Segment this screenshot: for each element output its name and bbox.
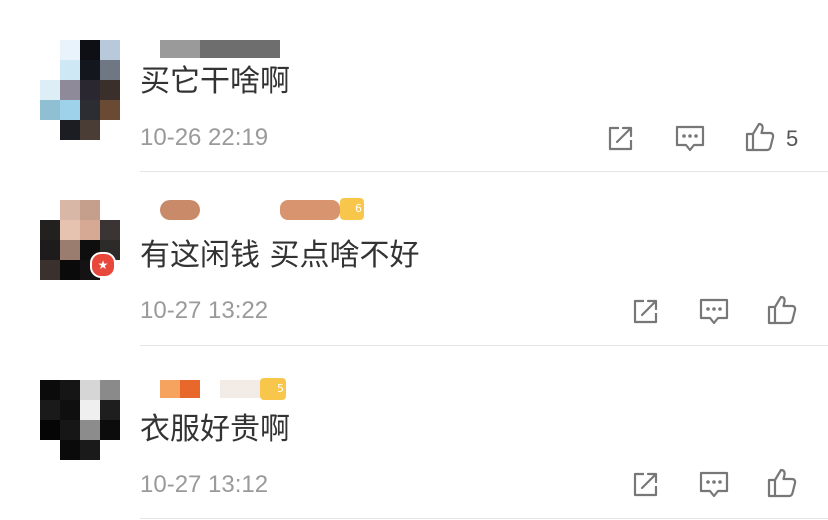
share-icon (608, 126, 633, 151)
comment-timestamp: 10-27 13:22 (140, 297, 269, 324)
thumbs-up-icon (745, 122, 775, 152)
thumbs-up-icon (767, 468, 797, 498)
avatar[interactable] (40, 40, 120, 140)
comment-timestamp: 10-27 13:12 (140, 471, 269, 498)
level-badge-icon: 6 (340, 198, 364, 220)
username-obscured[interactable]: 5 (140, 378, 290, 402)
thumbs-up-icon (767, 295, 797, 325)
comment-item: 5 衣服好贵啊 10-27 13:12 (0, 346, 828, 520)
like-button[interactable] (743, 120, 777, 154)
comment-icon (699, 471, 729, 498)
comment-text: 衣服好贵啊 (140, 412, 290, 447)
avatar[interactable] (40, 380, 120, 460)
share-icon (633, 299, 658, 324)
reply-button[interactable] (697, 294, 731, 328)
comment-item: 买它干啥啊 10-26 22:19 5 (0, 0, 828, 172)
verified-badge-icon: ★ (90, 252, 116, 278)
comment-text: 有这闲钱 买点啥不好 (140, 238, 420, 273)
like-button[interactable] (765, 466, 799, 500)
comment-timestamp: 10-26 22:19 (140, 124, 269, 151)
comment-text: 买它干啥啊 (140, 64, 290, 99)
divider (140, 518, 828, 519)
username-obscured[interactable]: 6 (140, 198, 370, 222)
level-badge-icon: 5 (260, 378, 286, 400)
share-button[interactable] (629, 467, 663, 501)
comment-icon (675, 125, 705, 152)
username-obscured[interactable] (140, 40, 280, 62)
like-count: 5 (786, 126, 799, 151)
reply-button[interactable] (697, 467, 731, 501)
share-button[interactable] (604, 121, 638, 155)
like-button[interactable] (765, 293, 799, 327)
comment-icon (699, 298, 729, 325)
share-icon (633, 472, 658, 497)
avatar[interactable]: ★ (40, 200, 120, 280)
comment-item: ★ 6 有这闲钱 买点啥不好 10-27 13:22 (0, 172, 828, 346)
reply-button[interactable] (673, 121, 707, 155)
share-button[interactable] (629, 294, 663, 328)
